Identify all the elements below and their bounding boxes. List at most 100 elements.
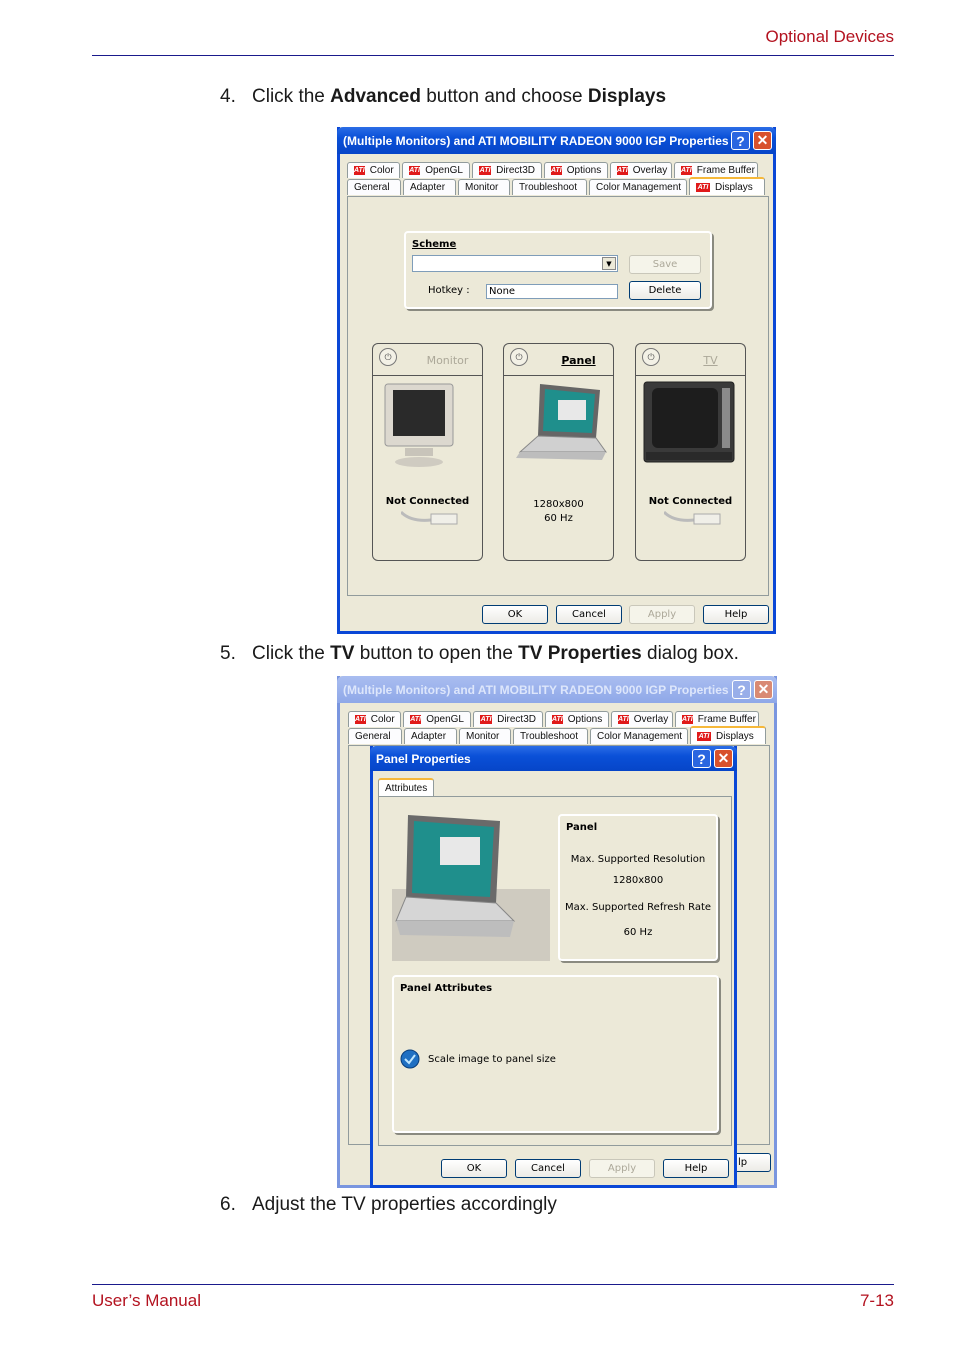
- max-resolution-value: 1280x800: [612, 875, 664, 886]
- tv-label: TV: [703, 354, 718, 367]
- cancel-button[interactable]: Cancel: [515, 1159, 581, 1178]
- dialog-titlebar[interactable]: (Multiple Monitors) and ATI MOBILITY RAD…: [337, 676, 777, 703]
- scale-image-option[interactable]: Scale image to panel size: [400, 1049, 556, 1069]
- footer-page-number: 7-13: [859, 1291, 894, 1310]
- panel-tab-row: Attributes: [378, 778, 436, 796]
- dialog-title: (Multiple Monitors) and ATI MOBILITY RAD…: [343, 682, 729, 697]
- tab-adapter[interactable]: Adapter: [404, 728, 457, 744]
- delete-scheme-button[interactable]: Delete: [629, 281, 701, 300]
- close-button[interactable]: ✕: [714, 749, 733, 768]
- max-resolution-label: Max. Supported Resolution: [570, 854, 706, 865]
- power-icon: ⏻: [642, 348, 660, 366]
- monitor-label: Monitor: [426, 354, 469, 367]
- panel-toggle-button[interactable]: ⏻ Panel: [503, 343, 614, 375]
- tv-toggle-button[interactable]: ⏻ TV: [635, 343, 746, 375]
- scheme-label: Scheme: [412, 239, 457, 250]
- tv-set-icon: [643, 381, 735, 463]
- ati-logo-icon: ATI: [354, 166, 365, 175]
- power-icon: ⏻: [379, 348, 397, 366]
- ati-logo-icon: ATI: [681, 166, 692, 175]
- ati-logo-icon: ATI: [696, 182, 710, 192]
- monitor-panel: Not Connected: [372, 375, 483, 561]
- help-button[interactable]: Help: [703, 605, 769, 624]
- panel-properties-titlebar[interactable]: Panel Properties ? ✕: [370, 746, 737, 771]
- ati-logo-icon: ATI: [618, 715, 629, 724]
- tab-color[interactable]: ATI Color: [348, 711, 401, 727]
- ati-logo-icon: ATI: [409, 166, 421, 175]
- ati-logo-icon: ATI: [682, 715, 693, 724]
- help-title-button[interactable]: ?: [692, 749, 711, 768]
- apply-button[interactable]: Apply: [589, 1159, 655, 1178]
- tab-troubleshoot[interactable]: Troubleshoot: [512, 179, 587, 195]
- close-button[interactable]: ✕: [753, 131, 772, 150]
- tab-monitor[interactable]: Monitor: [459, 728, 511, 744]
- ati-logo-icon: ATI: [480, 715, 493, 724]
- header-title: Optional Devices: [765, 27, 894, 46]
- tab-row-bottom: General Adapter Monitor Troubleshoot Col…: [347, 177, 767, 195]
- close-icon: ✕: [757, 681, 770, 697]
- cable-connector-icon: [401, 510, 458, 525]
- tab-color-management[interactable]: Color Management: [590, 728, 688, 744]
- scheme-group: Scheme ▼ Save Hotkey : None Delete: [404, 231, 712, 309]
- ati-logo-icon: ATI: [551, 166, 562, 175]
- dropdown-arrow-icon[interactable]: ▼: [602, 257, 616, 270]
- tab-options[interactable]: ATI Options: [544, 162, 608, 178]
- panel-label: Panel: [561, 354, 596, 367]
- tab-attributes[interactable]: Attributes: [378, 778, 434, 796]
- tv-panel: Not Connected: [635, 375, 746, 561]
- panel-properties-dialog: Panel Properties ? ✕ Attributes Panel Ma…: [370, 746, 737, 1188]
- tab-row-top: ATI Color ATI OpenGL ATI Direct3D ATI Option…: [347, 162, 760, 178]
- help-button[interactable]: Help: [663, 1159, 729, 1178]
- tab-opengl[interactable]: ATI OpenGL: [402, 162, 470, 178]
- ok-button[interactable]: OK: [482, 605, 548, 624]
- tab-overlay[interactable]: ATI Overlay: [610, 162, 672, 178]
- footer-rule: [92, 1284, 894, 1285]
- tab-frame-buffer[interactable]: ATI Frame Buffer: [675, 711, 759, 727]
- tab-opengl[interactable]: ATI OpenGL: [403, 711, 471, 727]
- ati-logo-icon: ATI: [697, 731, 711, 741]
- tab-displays[interactable]: ATI Displays: [689, 177, 765, 195]
- monitor-status: Not Connected: [385, 496, 470, 507]
- max-refresh-value: 60 Hz: [623, 927, 653, 938]
- tab-options[interactable]: ATI Options: [545, 711, 609, 727]
- save-scheme-button[interactable]: Save: [629, 255, 701, 274]
- tab-color-management[interactable]: Color Management: [589, 179, 687, 195]
- close-button[interactable]: ✕: [754, 680, 773, 699]
- apply-button[interactable]: Apply: [629, 605, 695, 624]
- tab-monitor[interactable]: Monitor: [458, 179, 510, 195]
- display-card-tv: ⏻ TV Not Connected: [635, 343, 746, 561]
- laptop-icon: [516, 384, 607, 460]
- help-title-button[interactable]: ?: [732, 680, 751, 699]
- help-title-button[interactable]: ?: [731, 131, 750, 150]
- monitor-toggle-button[interactable]: ⏻ Monitor: [372, 343, 483, 375]
- panel-panel: 1280x800 60 Hz: [503, 375, 614, 561]
- cancel-button[interactable]: Cancel: [556, 605, 622, 624]
- tab-overlay[interactable]: ATI Overlay: [611, 711, 673, 727]
- max-refresh-label: Max. Supported Refresh Rate: [564, 902, 712, 913]
- tab-direct3d[interactable]: ATI Direct3D: [472, 162, 542, 178]
- panel-info-group: Panel Max. Supported Resolution 1280x800…: [558, 814, 718, 961]
- laptop-image: [392, 815, 550, 961]
- step-4: 4. Click the Advanced button and choose D…: [220, 86, 667, 107]
- question-icon: ?: [737, 681, 746, 698]
- tab-general[interactable]: General: [347, 179, 401, 195]
- tab-troubleshoot[interactable]: Troubleshoot: [513, 728, 588, 744]
- dialog-titlebar[interactable]: (Multiple Monitors) and ATI MOBILITY RAD…: [337, 127, 776, 154]
- checked-circle-icon[interactable]: [400, 1049, 420, 1069]
- tab-direct3d[interactable]: ATI Direct3D: [473, 711, 543, 727]
- hotkey-label: Hotkey :: [428, 285, 470, 296]
- tab-general[interactable]: General: [348, 728, 402, 744]
- ati-logo-icon: ATI: [355, 715, 366, 724]
- close-icon: ✕: [756, 132, 769, 148]
- power-icon: ⏻: [510, 348, 528, 366]
- footer-manual: User’s Manual: [92, 1291, 201, 1310]
- display-card-monitor: ⏻ Monitor Not Connected: [372, 343, 483, 561]
- tab-displays[interactable]: ATI Displays: [690, 726, 766, 744]
- tv-status: Not Connected: [648, 496, 733, 507]
- tab-frame-buffer[interactable]: ATI Frame Buffer: [674, 162, 758, 178]
- tab-color[interactable]: ATI Color: [347, 162, 400, 178]
- hotkey-field[interactable]: None: [486, 284, 618, 299]
- scheme-combobox[interactable]: ▼: [412, 255, 618, 272]
- ok-button[interactable]: OK: [441, 1159, 507, 1178]
- tab-adapter[interactable]: Adapter: [403, 179, 456, 195]
